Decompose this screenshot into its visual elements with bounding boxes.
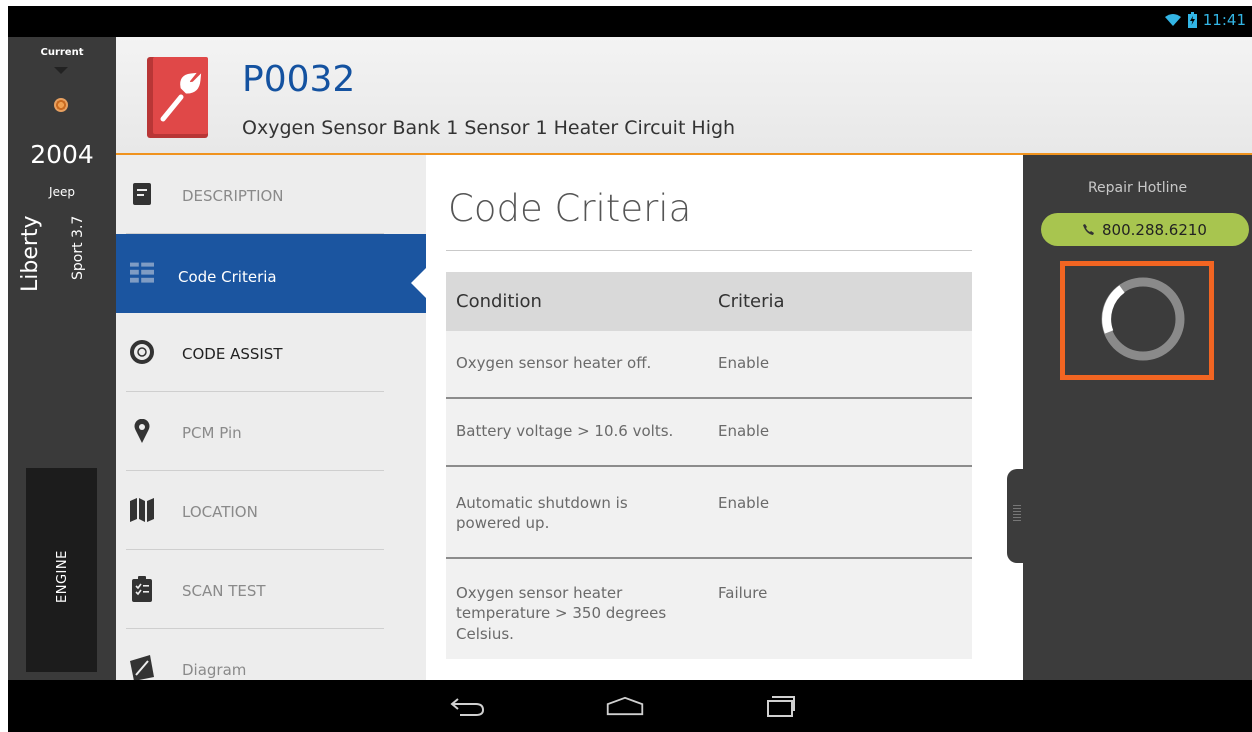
loading-spinner-icon	[1101, 277, 1185, 361]
content-panel: Code Criteria Condition Criteria Oxygen …	[426, 155, 1023, 680]
menu-item-code-assist[interactable]: CODE ASSIST	[116, 313, 426, 392]
recent-apps-button[interactable]	[760, 692, 800, 720]
menu-item-location[interactable]: LOCATION	[116, 471, 426, 550]
menu-item-label: Diagram	[182, 661, 247, 679]
code-number: P0032	[242, 59, 356, 100]
table-row: Oxygen sensor heater off. Enable	[446, 331, 972, 399]
criteria-cell: Enable	[708, 466, 972, 559]
hotline-label: Repair Hotline	[1087, 180, 1188, 196]
rail-notch	[54, 67, 68, 74]
menu-item-pcm-pin[interactable]: PCM Pin	[116, 392, 426, 471]
hotline-call-button[interactable]: 800.288.6210	[1041, 213, 1249, 246]
hotline-panel: Repair Hotline 800.288.6210	[1023, 155, 1252, 680]
back-button[interactable]	[448, 692, 488, 720]
condition-cell: Battery voltage > 10.6 volts.	[446, 398, 708, 467]
table-row: Oxygen sensor heater temperature > 350 d…	[446, 558, 972, 659]
map-icon	[130, 497, 154, 523]
engine-tab[interactable]: ENGINE	[26, 468, 97, 672]
target-icon	[54, 98, 68, 112]
current-vehicle-label: Current	[40, 47, 84, 58]
vehicle-trim: Sport 3.7	[70, 215, 86, 280]
status-bar: 11:41	[8, 6, 1252, 37]
active-menu-caret	[411, 267, 427, 299]
clock: 11:41	[1202, 11, 1246, 29]
menu-item-label: LOCATION	[182, 503, 258, 521]
vehicle-rail[interactable]: Current 2004 Jeep Liberty Sport 3.7 ENGI…	[8, 37, 116, 680]
wifi-icon	[1164, 13, 1182, 27]
condition-cell: Automatic shutdown is powered up.	[446, 466, 708, 559]
recent-apps-icon	[767, 696, 795, 717]
table-row: Automatic shutdown is powered up. Enable	[446, 466, 972, 559]
code-header: P0032 Oxygen Sensor Bank 1 Sensor 1 Heat…	[116, 37, 1252, 155]
condition-cell: Oxygen sensor heater temperature > 350 d…	[446, 558, 708, 659]
menu-item-diagram[interactable]: Diagram	[116, 629, 426, 680]
section-menu: DESCRIPTION Code Criteria CODE ASSIST PC…	[116, 155, 426, 680]
lifebuoy-icon	[130, 339, 154, 365]
loading-highlight-box	[1060, 261, 1214, 380]
drag-lines-icon	[1013, 505, 1021, 523]
hotline-number: 800.288.6210	[1102, 220, 1207, 239]
battery-icon	[1187, 12, 1197, 28]
title-divider	[446, 250, 972, 251]
vehicle-make: Jeep	[49, 185, 75, 199]
vehicle-year: 2004	[30, 140, 94, 169]
home-icon	[606, 696, 644, 716]
table-header-row: Condition Criteria	[446, 272, 972, 331]
table-row: Battery voltage > 10.6 volts. Enable	[446, 398, 972, 467]
grid-icon	[130, 260, 154, 286]
menu-item-description[interactable]: DESCRIPTION	[116, 155, 426, 234]
engine-tab-label: ENGINE	[55, 550, 70, 603]
diagram-icon	[130, 655, 154, 680]
condition-cell: Oxygen sensor heater off.	[446, 331, 708, 399]
menu-item-label: Code Criteria	[178, 268, 277, 286]
menu-item-label: CODE ASSIST	[182, 345, 283, 363]
criteria-cell: Enable	[708, 331, 972, 399]
page-title: Code Criteria	[448, 187, 692, 230]
criteria-cell: Failure	[708, 558, 972, 659]
back-arrow-icon	[450, 698, 485, 716]
menu-item-scan-test[interactable]: SCAN TEST	[116, 550, 426, 629]
phone-icon	[1083, 221, 1094, 239]
navigation-bar	[8, 680, 1252, 732]
code-description: Oxygen Sensor Bank 1 Sensor 1 Heater Cir…	[242, 117, 736, 139]
menu-item-label: PCM Pin	[182, 424, 242, 442]
status-indicators: 11:41	[1164, 11, 1246, 29]
menu-item-label: SCAN TEST	[182, 582, 266, 600]
home-button[interactable]	[605, 692, 645, 720]
column-header-condition: Condition	[446, 272, 708, 331]
tablet-screen: 11:41 Current 2004 Jeep Liberty Sport 3.…	[8, 6, 1252, 732]
wrench-book-icon	[147, 57, 208, 138]
menu-item-label: DESCRIPTION	[182, 187, 284, 205]
document-icon	[130, 181, 154, 207]
menu-item-code-criteria[interactable]: Code Criteria	[116, 234, 426, 313]
clipboard-icon	[130, 576, 154, 602]
criteria-cell: Enable	[708, 398, 972, 467]
vehicle-model: Liberty	[18, 215, 43, 292]
location-pin-icon	[130, 418, 154, 444]
criteria-table: Condition Criteria Oxygen sensor heater …	[446, 272, 972, 659]
column-header-criteria: Criteria	[708, 272, 972, 331]
